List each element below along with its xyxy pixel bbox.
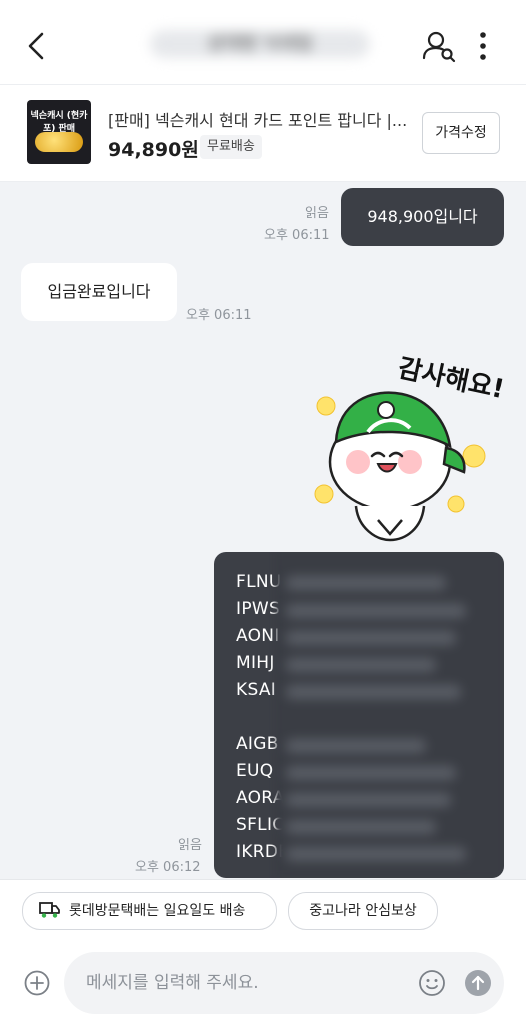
product-price: 94,890원: [108, 139, 199, 161]
delivery-info-chip[interactable]: 롯데방문택배는 일요일도 배송: [22, 892, 277, 930]
free-shipping-badge: 무료배송: [200, 135, 262, 159]
more-options-button[interactable]: [470, 28, 496, 64]
attach-button[interactable]: [24, 970, 50, 996]
chat-messages-area[interactable]: 읽음 오후 06:11 948,900입니다 입금완료입니다 오후 06:11 …: [0, 182, 526, 879]
message-input-placeholder: 메세지를 입력해 주세요.: [86, 973, 259, 993]
thank-you-sticker[interactable]: 감사해요!: [306, 344, 507, 544]
blurred-codes-overlay: [276, 552, 504, 878]
code-line: MIHJ: [236, 653, 275, 673]
bottom-input-bar: 롯데방문택배는 일요일도 배송 중고나라 안심보상 메세지를 입력해 주세요.: [0, 879, 526, 1025]
smiley-icon: [419, 970, 445, 996]
send-button[interactable]: [464, 969, 492, 997]
safe-guarantee-chip[interactable]: 중고나라 안심보상: [288, 892, 438, 930]
read-receipt: 읽음: [178, 838, 202, 853]
truck-icon: [39, 902, 60, 918]
chat-header: 상대방 닉네임: [0, 0, 526, 85]
vertical-dots-icon: [480, 32, 486, 60]
message-time: 오후 06:11: [186, 308, 252, 323]
thumbnail-caption: 넥슨캐시 (현카포) 판매: [30, 111, 88, 134]
incoming-message[interactable]: 입금완료입니다: [21, 263, 177, 321]
user-search-button[interactable]: [420, 28, 460, 64]
code-line: IPWS: [236, 599, 281, 619]
product-title: [판매] 넥슨캐시 현대 카드 포인트 팝니다 |...: [108, 111, 408, 130]
plus-circle-icon: [24, 970, 50, 996]
code-line: AONI: [236, 626, 280, 646]
chevron-left-icon: [28, 32, 44, 60]
code-line: FLNU: [236, 572, 282, 592]
product-thumbnail[interactable]: 넥슨캐시 (현카포) 판매: [27, 100, 91, 164]
emoji-button[interactable]: [418, 969, 446, 997]
edit-price-button[interactable]: 가격수정: [422, 112, 500, 154]
codes-message[interactable]: FLNU IPWS AONI MIHJ KSAI AIGB EUQ AORA S…: [214, 552, 504, 878]
user-search-icon: [422, 31, 456, 63]
delivery-info-label: 롯데방문택배는 일요일도 배송: [69, 903, 246, 919]
send-arrow-icon: [465, 970, 491, 996]
back-button[interactable]: [22, 28, 54, 64]
message-time: 오후 06:12: [135, 860, 201, 875]
sticker-character-image: 감사해요!: [314, 353, 507, 542]
message-time: 오후 06:11: [264, 228, 330, 243]
chat-partner-name: 상대방 닉네임: [150, 30, 370, 58]
read-receipt: 읽음: [305, 206, 329, 221]
product-info-bar[interactable]: 넥슨캐시 (현카포) 판매 [판매] 넥슨캐시 현대 카드 포인트 팝니다 |.…: [0, 85, 526, 182]
outgoing-message[interactable]: 948,900입니다: [341, 188, 504, 246]
code-line: KSAI: [236, 680, 277, 700]
code-line: EUQ: [236, 761, 274, 781]
coins-image: [35, 132, 83, 152]
code-line: AIGB: [236, 734, 279, 754]
